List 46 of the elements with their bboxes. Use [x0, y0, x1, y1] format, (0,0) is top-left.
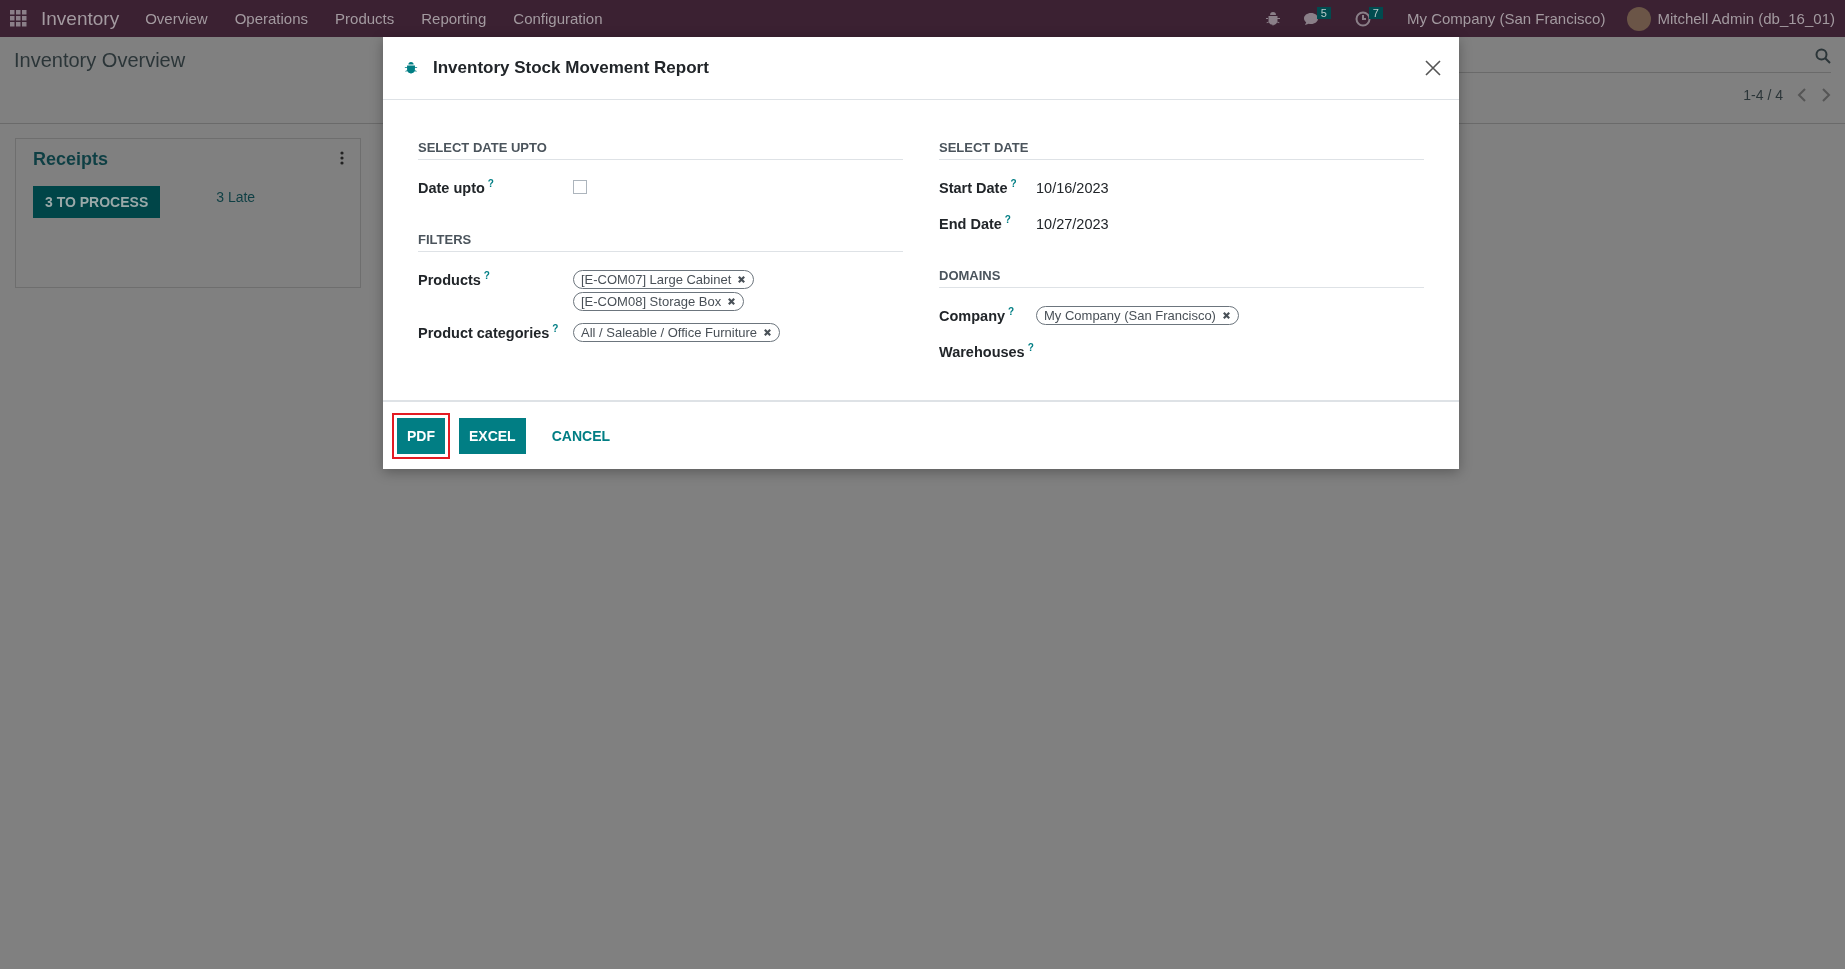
- kebab-menu-icon[interactable]: [340, 151, 344, 165]
- late-link[interactable]: 3 Late: [216, 189, 256, 205]
- pager-value[interactable]: 1-4 / 4: [1743, 87, 1783, 103]
- dialog-title: Inventory Stock Movement Report: [433, 58, 710, 78]
- remove-icon[interactable]: [727, 297, 737, 306]
- field-label: Start Date $^{?}$: [939, 178, 1018, 196]
- bug-icon: [1264, 10, 1281, 27]
- date-field[interactable]: 10/27/2023: [1036, 216, 1424, 232]
- section-heading: DOMAINS: [939, 268, 1424, 288]
- close-icon[interactable]: [1425, 60, 1441, 76]
- remove-icon[interactable]: [763, 328, 773, 337]
- field-label: Products $^{?}$: [418, 270, 491, 288]
- card-title[interactable]: Receipts: [33, 149, 343, 170]
- field-label: Product categories $^{?}$: [418, 323, 560, 341]
- page-title: Inventory Overview: [14, 49, 186, 72]
- cancel-button[interactable]: CANCEL: [539, 418, 623, 454]
- menu-item[interactable]: Configuration: [513, 10, 603, 27]
- export-button[interactable]: EXCEL: [459, 418, 526, 454]
- search-icon[interactable]: [1815, 48, 1831, 64]
- clock-icon[interactable]: [1354, 10, 1371, 27]
- date-field[interactable]: 10/16/2023: [1036, 180, 1424, 196]
- user-menu[interactable]: Mitchell Admin (db_16_01): [1657, 10, 1835, 27]
- field-label: Warehouses $^{?}$: [939, 342, 1035, 360]
- field-label: End Date $^{?}$: [939, 214, 1012, 232]
- app-name[interactable]: Inventory: [41, 7, 120, 30]
- bug-icon: [404, 61, 418, 75]
- menu-item[interactable]: Overview: [145, 10, 208, 27]
- user-avatar[interactable]: [1627, 6, 1652, 31]
- menu-item[interactable]: Operations: [234, 10, 309, 27]
- count-badge: 7: [1368, 6, 1383, 19]
- process-button[interactable]: 3 TO PROCESS: [33, 186, 161, 218]
- app-grid-icon[interactable]: [10, 10, 27, 27]
- field-label: Date upto $^{?}$: [418, 178, 495, 196]
- section-heading: FILTERS: [418, 232, 903, 252]
- count-badge: 5: [1316, 6, 1331, 19]
- export-button[interactable]: PDF: [397, 418, 445, 454]
- company-switcher[interactable]: My Company (San Francisco): [1407, 10, 1606, 27]
- field-label: Company $^{?}$: [939, 306, 1016, 324]
- section-heading: SELECT DATE UPTO: [418, 140, 903, 160]
- chat-icon[interactable]: [1302, 10, 1319, 27]
- menu-item[interactable]: Products: [335, 10, 395, 27]
- remove-icon[interactable]: [737, 275, 747, 284]
- section-heading: SELECT DATE: [939, 140, 1424, 160]
- menu-item[interactable]: Reporting: [421, 10, 487, 27]
- checkbox[interactable]: [573, 180, 587, 194]
- remove-icon[interactable]: [1221, 311, 1231, 320]
